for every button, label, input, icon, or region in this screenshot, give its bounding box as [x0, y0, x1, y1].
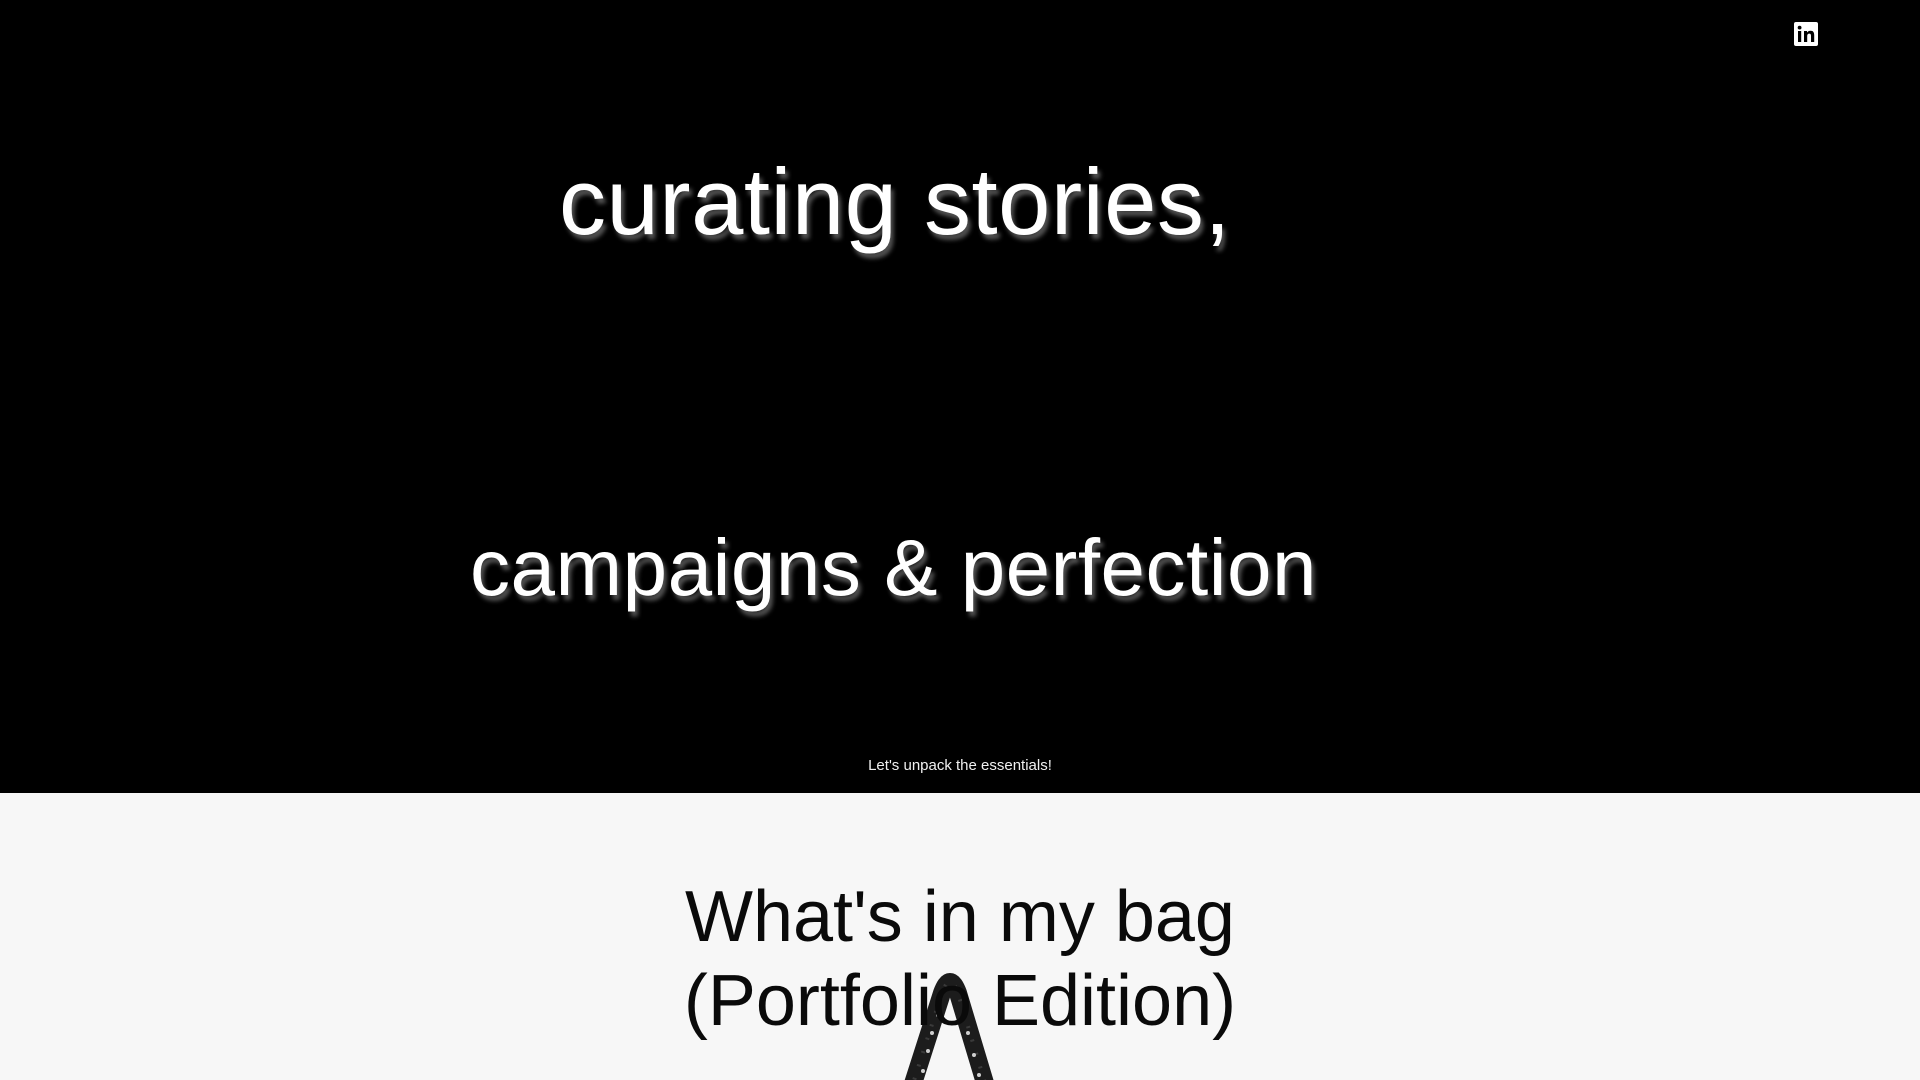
hero-headline-line-1: curating stories,	[559, 149, 1232, 254]
section-title-line-1: What's in my bag	[685, 877, 1235, 957]
whats-in-my-bag-section: What's in my bag (Portfolio Edition)	[0, 793, 1920, 1080]
hero-subtitle: Let's unpack the essentials!	[868, 757, 1052, 774]
linkedin-icon[interactable]	[1794, 22, 1818, 46]
hero-section: curating stories, campaigns & perfection…	[0, 0, 1920, 793]
section-title-line-2: (Portfolio Edition)	[683, 961, 1237, 1041]
hero-headline-line-2: campaigns & perfection	[470, 523, 1318, 612]
linkedin-icon-graphic	[1794, 22, 1818, 46]
section-title: What's in my bag (Portfolio Edition)	[0, 875, 1920, 1043]
